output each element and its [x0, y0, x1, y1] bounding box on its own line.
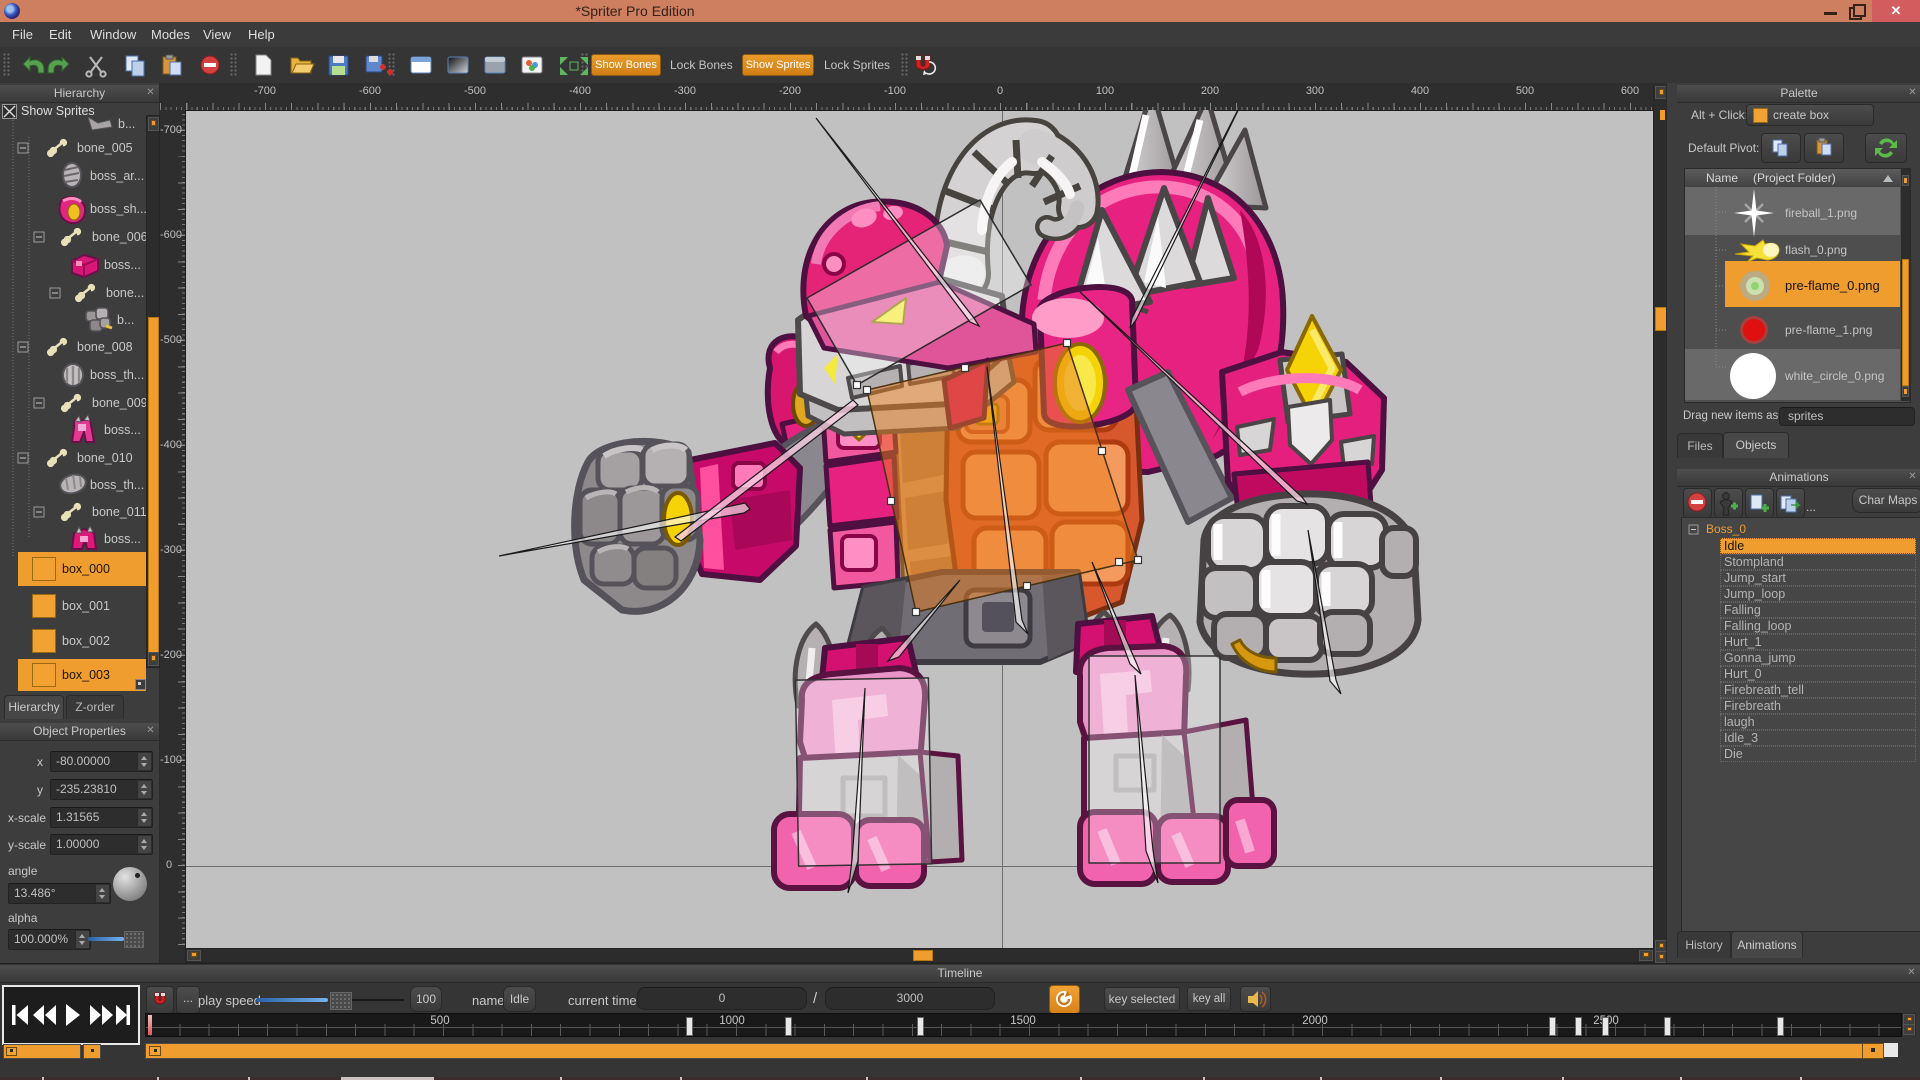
svg-text:boss...: boss... — [104, 258, 141, 272]
svg-text:bone_008: bone_008 — [77, 340, 133, 354]
svg-text:bone_006: bone_006 — [92, 230, 146, 244]
svg-text:bone_010: bone_010 — [77, 451, 133, 465]
svg-text:boss...: boss... — [104, 532, 141, 546]
svg-text:boss...: boss... — [104, 423, 141, 437]
svg-text:boss_ar...: boss_ar... — [90, 169, 144, 183]
svg-text:bone...: bone... — [106, 286, 144, 300]
svg-text:bone_009: bone_009 — [92, 396, 146, 410]
svg-text:bone_011: bone_011 — [92, 505, 146, 519]
svg-text:boss_sh...: boss_sh... — [90, 202, 146, 216]
svg-text:b...: b... — [118, 117, 135, 131]
svg-text:boss_th...: boss_th... — [90, 368, 144, 382]
svg-text:boss_th...: boss_th... — [90, 478, 144, 492]
svg-text:b...: b... — [117, 313, 134, 327]
svg-text:bone_005: bone_005 — [77, 141, 133, 155]
